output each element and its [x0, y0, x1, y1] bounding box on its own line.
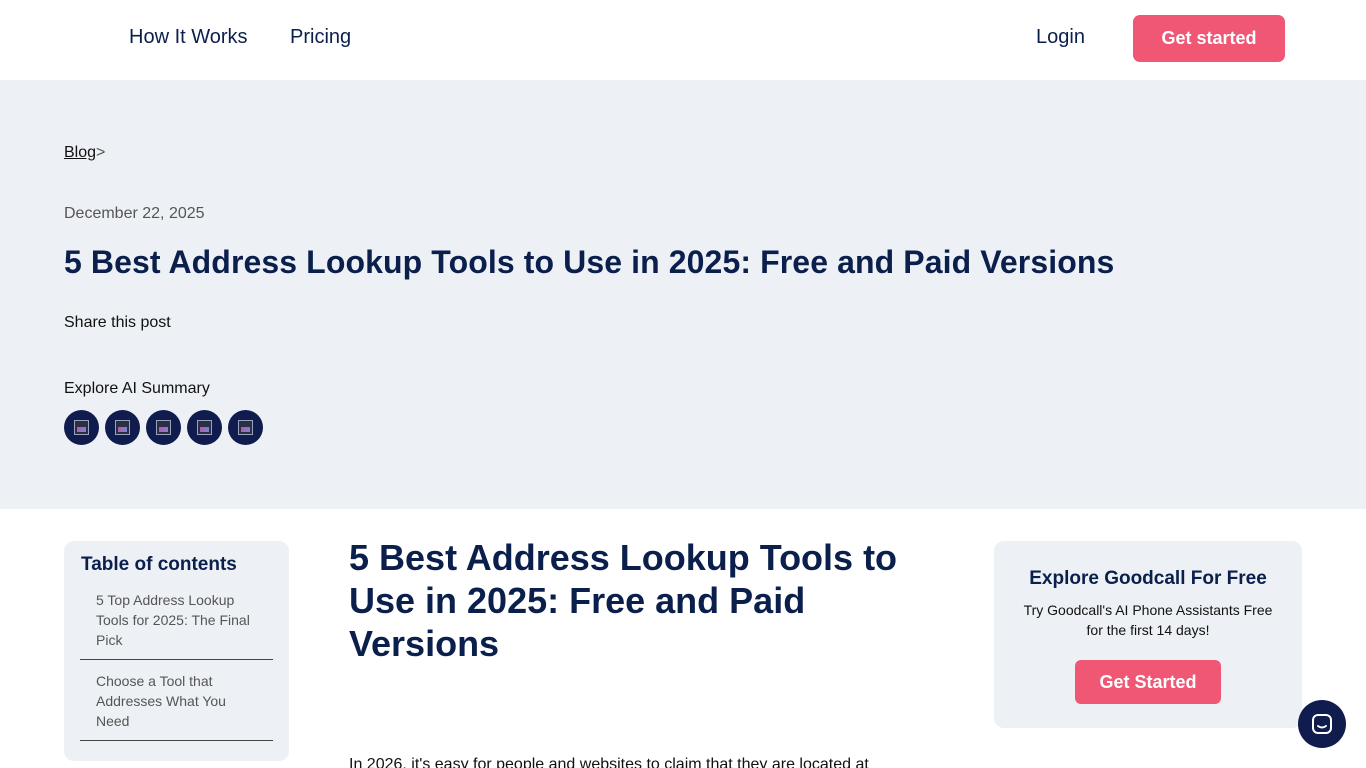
breadcrumb-blog-link[interactable]: Blog	[64, 144, 96, 161]
post-hero: Blog> December 22, 2025 5 Best Address L…	[0, 80, 1366, 509]
promo-text: Try Goodcall's AI Phone Assistants Free …	[1023, 602, 1273, 638]
site-header: How It Works Pricing Login Get started	[0, 0, 1366, 80]
ai-summary-icon	[115, 420, 130, 435]
nav-pricing[interactable]: Pricing	[290, 26, 351, 49]
nav-login[interactable]: Login	[1036, 26, 1085, 49]
ai-summary-label: Explore AI Summary	[64, 380, 210, 397]
breadcrumb: Blog>	[64, 144, 105, 162]
ai-summary-icon	[74, 420, 89, 435]
toc-item[interactable]: 5 Top Address Lookup Tools for 2025: The…	[80, 590, 273, 660]
chat-launcher-button[interactable]	[1298, 700, 1346, 748]
breadcrumb-separator: >	[96, 144, 106, 161]
ai-summary-button-3[interactable]	[146, 410, 181, 445]
chat-icon	[1312, 714, 1332, 734]
table-of-contents: Table of contents 5 Top Address Lookup T…	[64, 541, 289, 761]
article-title: 5 Best Address Lookup Tools to Use in 20…	[349, 537, 898, 664]
share-this-post-label: Share this post	[64, 314, 171, 331]
ai-summary-icon	[197, 420, 212, 435]
promo-get-started-button[interactable]: Get Started	[1075, 660, 1221, 704]
ai-summary-icon	[156, 420, 171, 435]
article-intro: In 2026, it's easy for people and websit…	[349, 756, 869, 768]
toc-title: Table of contents	[81, 554, 237, 575]
ai-summary-icon	[238, 420, 253, 435]
ai-summary-buttons	[64, 410, 263, 445]
ai-summary-button-4[interactable]	[187, 410, 222, 445]
ai-summary-button-2[interactable]	[105, 410, 140, 445]
toc-item[interactable]: Choose a Tool that Addresses What You Ne…	[80, 671, 273, 741]
promo-card: Explore Goodcall For Free Try Goodcall's…	[994, 541, 1302, 728]
post-date: December 22, 2025	[64, 205, 205, 222]
ai-summary-button-1[interactable]	[64, 410, 99, 445]
post-title: 5 Best Address Lookup Tools to Use in 20…	[64, 244, 1115, 280]
ai-summary-button-5[interactable]	[228, 410, 263, 445]
get-started-button[interactable]: Get started	[1133, 15, 1285, 62]
nav-how-it-works[interactable]: How It Works	[129, 26, 248, 49]
promo-title: Explore Goodcall For Free	[1029, 568, 1267, 589]
